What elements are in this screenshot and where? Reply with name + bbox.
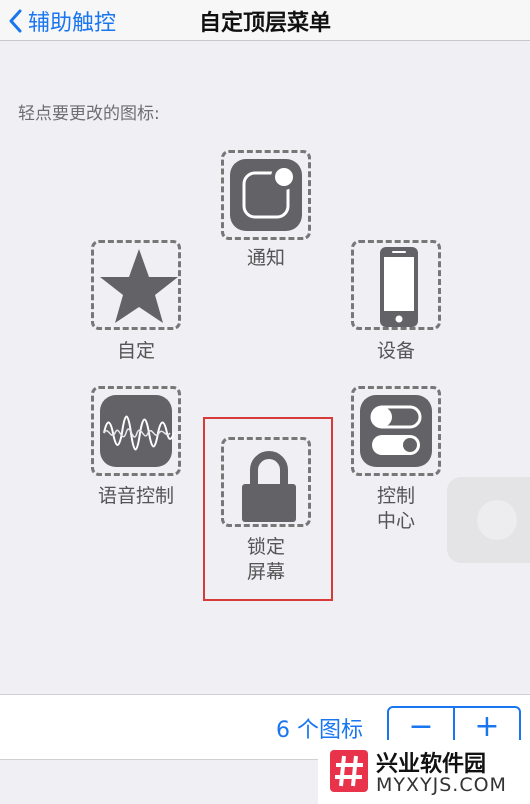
increment-button[interactable]: + [455,708,519,744]
label-control-center-line-2: 中心 [376,510,415,532]
icon-slot-notification[interactable] [221,150,311,240]
assistive-touch-button[interactable] [447,477,530,563]
label-device: 设备 [376,340,415,362]
notification-icon [242,164,297,219]
hash-logo-icon [330,750,368,792]
label-control-center-line-1: 控制 [376,485,415,507]
device-icon [380,247,418,327]
watermark-url: MYXYJS.COM [376,774,507,796]
section-label: 轻点要更改的图标: [18,104,160,124]
label-control-center: 控制 中心 [346,484,446,534]
label-notification: 通知 [246,247,285,269]
page-title: 自定顶层菜单 [198,11,331,36]
icon-slot-control-center[interactable] [351,386,441,476]
icon-slot-custom[interactable] [91,240,181,330]
watermark: 兴业软件园 MYXYJS.COM [318,740,530,804]
highlight-box [203,417,333,601]
icon-slot-voice-control[interactable] [91,386,181,476]
voice-control-icon [103,415,175,451]
assistive-touch-ring [477,500,517,540]
control-center-icon [370,405,422,455]
decrement-button[interactable]: − [389,708,453,744]
star-icon [100,249,178,323]
label-custom: 自定 [116,340,155,362]
label-voice-control: 语音控制 [97,485,174,507]
icon-slot-device[interactable] [351,240,441,330]
navigation-bar: 辅助触控 自定顶层菜单 [0,0,530,41]
